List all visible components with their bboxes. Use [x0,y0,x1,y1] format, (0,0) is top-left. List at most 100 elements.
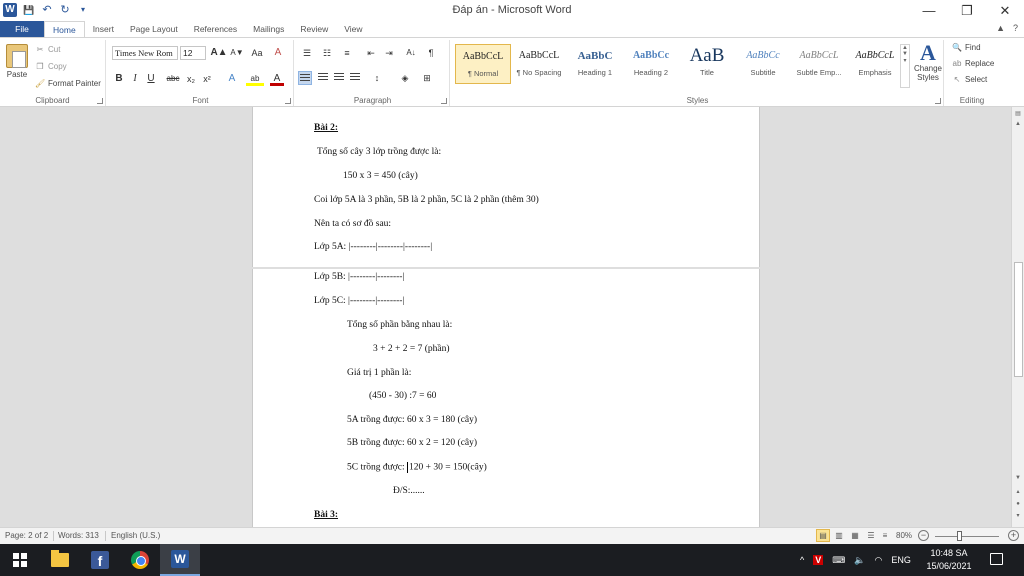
increase-indent-icon[interactable]: ⇥ [382,46,396,60]
page-1[interactable]: Bài 2: Tổng số cây 3 lớp trồng được là: … [252,107,760,267]
start-button[interactable] [0,544,40,576]
zoom-slider-thumb[interactable] [957,531,962,541]
format-painter-button[interactable]: 🖌 Format Painter [35,79,101,88]
align-left-icon[interactable] [298,71,312,85]
print-layout-view-icon[interactable]: ▤ [816,529,830,542]
scrollbar-thumb[interactable] [1014,262,1023,377]
minimize-button[interactable]: — [910,0,948,22]
text-effects-button[interactable]: A [224,72,240,86]
scroll-up-icon[interactable]: ▲ [1012,119,1024,129]
style-gallery-scroll[interactable]: ▲ ▼ ▾ [900,44,910,88]
style-subtitle[interactable]: AaBbCc Subtitle [735,44,791,84]
paste-button[interactable]: Paste [3,44,31,79]
collapse-ribbon-icon[interactable]: ▲ [996,23,1005,33]
align-center-icon[interactable] [316,71,330,85]
clipboard-launcher-icon[interactable] [97,98,103,104]
numbering-icon[interactable]: ☷ [320,46,334,60]
style-normal[interactable]: AaBbCcL ¶ Normal [455,44,511,84]
restore-button[interactable]: ❐ [948,0,986,22]
paragraph-launcher-icon[interactable] [441,98,447,104]
sort-icon[interactable]: A↓ [404,46,418,60]
vertical-scrollbar[interactable]: ▤ ▲ ▼ ▴ ● ▾ [1011,107,1024,527]
style-no-spacing[interactable]: AaBbCcL ¶ No Spacing [511,44,567,84]
replace-button[interactable]: ab Replace [952,59,995,68]
shrink-font-button[interactable]: A▼ [228,46,246,60]
line-spacing-icon[interactable]: ↕ [370,71,384,85]
taskbar-facebook[interactable]: f [80,544,120,576]
tray-language[interactable]: ENG [891,555,911,565]
style-title[interactable]: AaB Title [679,44,735,84]
multilevel-list-icon[interactable]: ≡ [340,46,354,60]
show-marks-icon[interactable]: ¶ [424,46,438,60]
zoom-slider-track[interactable] [935,536,999,537]
font-name-combo[interactable]: Times New Rom [112,46,178,60]
borders-icon[interactable]: ⊞ [420,71,434,85]
tab-references[interactable]: References [186,21,245,38]
tray-chevron-icon[interactable]: ^ [800,555,804,565]
close-button[interactable]: ✕ [986,0,1024,22]
cut-button[interactable]: ✂ Cut [35,45,61,54]
wifi-icon[interactable]: ◠ [874,555,882,566]
tab-home[interactable]: Home [44,21,85,38]
keyboard-icon[interactable]: ⌨ [832,555,845,566]
clear-formatting-button[interactable]: A [270,46,286,60]
notification-icon[interactable] [990,553,1003,565]
outline-view-icon[interactable]: ☰ [864,529,878,542]
taskbar-file-explorer[interactable] [40,544,80,576]
highlight-button[interactable]: ab [246,72,264,86]
bullets-icon[interactable]: ☰ [300,46,314,60]
full-screen-reading-icon[interactable]: ▥ [832,529,846,542]
page-2[interactable]: Lớp 5B: |--------|--------| Lớp 5C: |---… [252,269,760,527]
find-button[interactable]: 🔍 Find [952,43,981,52]
web-layout-icon[interactable]: ▦ [848,529,862,542]
strikethrough-button[interactable]: abc [164,72,182,86]
tab-view[interactable]: View [336,21,370,38]
zoom-in-icon[interactable]: + [1008,530,1019,541]
browse-object-icon[interactable]: ● [1012,499,1024,509]
shading-icon[interactable]: ◈ [398,71,412,85]
volume-icon[interactable]: 🔈 [854,555,865,566]
select-button[interactable]: ↖ Select [952,75,988,84]
zoom-level[interactable]: 80% [896,531,912,540]
change-case-button[interactable]: Aa [248,46,266,60]
previous-page-icon[interactable]: ▴ [1012,487,1024,497]
tab-insert[interactable]: Insert [85,21,122,38]
taskbar-chrome[interactable] [120,544,160,576]
word-count[interactable]: Words: 313 [58,531,99,540]
clock[interactable]: 10:48 SA 15/06/2021 [915,547,983,573]
change-styles-button[interactable]: A Change Styles [912,42,944,83]
style-subtle-emphasis[interactable]: AaBbCcL Subtle Emp... [791,44,847,84]
tab-mailings[interactable]: Mailings [245,21,292,38]
style-emphasis[interactable]: AaBbCcL Emphasis [847,44,903,84]
scroll-down-icon[interactable]: ▼ [1012,473,1024,483]
draft-view-icon[interactable]: ≡ [878,529,892,542]
style-heading-2[interactable]: AaBbCc Heading 2 [623,44,679,84]
tab-review[interactable]: Review [292,21,336,38]
tab-page-layout[interactable]: Page Layout [122,21,186,38]
italic-button[interactable]: I [128,72,142,86]
help-icon[interactable]: ? [1013,23,1018,33]
zoom-out-icon[interactable]: − [918,530,929,541]
page-count[interactable]: Page: 2 of 2 [5,531,48,540]
language-indicator[interactable]: English (U.S.) [111,531,160,540]
subscript-button[interactable]: x₂ [184,72,198,86]
copy-button[interactable]: ❐ Copy [35,62,66,71]
align-right-icon[interactable] [332,71,346,85]
taskbar-word[interactable]: W [160,544,200,576]
bold-button[interactable]: B [112,72,126,86]
font-size-combo[interactable]: 12 [180,46,206,60]
document-area[interactable]: Bài 2: Tổng số cây 3 lớp trồng được là: … [0,107,1011,527]
tab-file[interactable]: File [0,21,44,38]
next-page-icon[interactable]: ▾ [1012,511,1024,521]
grow-font-button[interactable]: A▲ [210,46,228,60]
decrease-indent-icon[interactable]: ⇤ [364,46,378,60]
underline-button[interactable]: U [144,72,158,86]
antivirus-icon[interactable]: V [813,555,824,565]
font-launcher-icon[interactable] [285,98,291,104]
style-heading-1[interactable]: AaBbC Heading 1 [567,44,623,84]
styles-launcher-icon[interactable] [935,98,941,104]
ruler-toggle-icon[interactable]: ▤ [1012,109,1024,119]
justify-icon[interactable] [348,71,362,85]
font-color-button[interactable]: A [270,72,284,86]
superscript-button[interactable]: x² [200,72,214,86]
